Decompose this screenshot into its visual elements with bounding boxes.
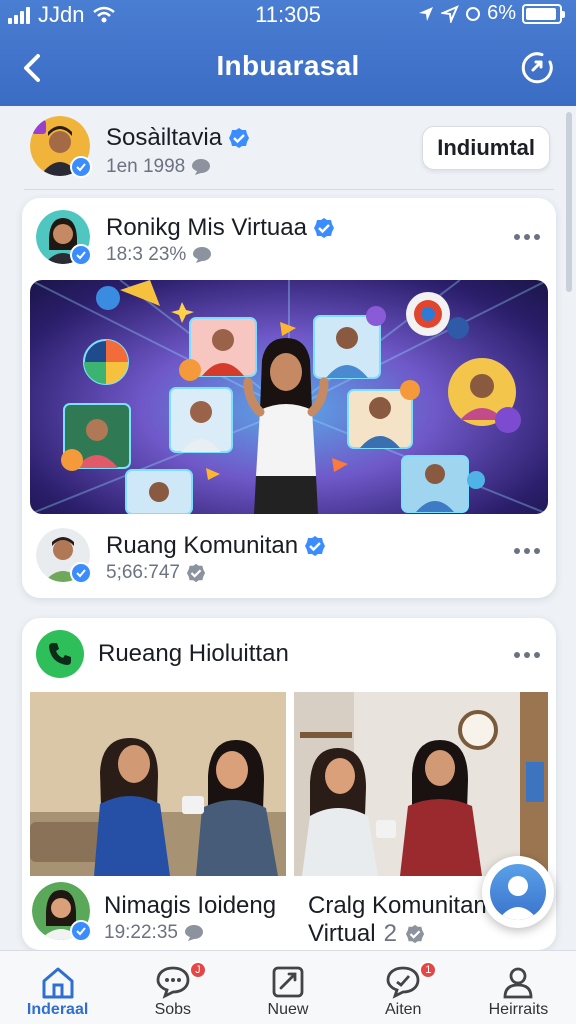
tab-label: Heirraits xyxy=(488,1001,549,1018)
follow-button[interactable]: Indiumtal xyxy=(422,126,550,170)
person-icon xyxy=(498,876,538,920)
tab-profile[interactable]: Heirraits xyxy=(461,951,576,1024)
tab-chat[interactable]: J Sobs xyxy=(115,951,230,1024)
share-circle-icon xyxy=(521,52,553,84)
battery-percent: 6% xyxy=(487,2,516,24)
community-avatar[interactable] xyxy=(36,528,92,584)
post-card: Rueang Hioluittan Nimagis Ioideng 19:22:… xyxy=(22,618,556,950)
tab-new[interactable]: Nuew xyxy=(230,951,345,1024)
status-bar: JJdn 11:305 6% xyxy=(0,0,576,30)
home-icon xyxy=(42,967,74,999)
app-header: JJdn 11:305 6% Inbuarasal xyxy=(0,0,576,106)
notification-bubble-icon xyxy=(386,966,420,999)
profile-name[interactable]: Sosàiltavia xyxy=(106,124,222,152)
caption-title[interactable]: Cralg Komunitan xyxy=(308,892,487,920)
notification-badge: J xyxy=(188,961,207,979)
post-author-avatar[interactable] xyxy=(36,210,92,266)
virtual-community-illustration xyxy=(30,280,548,514)
compose-icon xyxy=(272,966,304,998)
location-arrow-icon xyxy=(441,4,459,23)
caption-name[interactable]: Nimagis Ioideng xyxy=(104,892,276,920)
profile-meta: 1en 1998 xyxy=(106,156,186,177)
chat-bubble-icon xyxy=(156,966,190,999)
comment-icon xyxy=(192,159,211,175)
nav-bar: Inbuarasal xyxy=(0,40,576,96)
post-photo-right[interactable] xyxy=(294,692,548,876)
verified-icon xyxy=(70,562,92,584)
post-card: Ronikg Mis Virtuaa 18:3 23% Ruang Komuni… xyxy=(22,198,556,598)
comment-icon xyxy=(184,925,203,941)
post-author-name[interactable]: Rueang Hioluittan xyxy=(98,640,289,668)
verified-badge-icon xyxy=(229,128,250,148)
verified-icon xyxy=(70,156,92,178)
more-options-icon[interactable] xyxy=(514,546,544,556)
tab-label: Nuew xyxy=(267,1001,309,1018)
verified-outline-icon xyxy=(186,563,206,583)
location-icon xyxy=(419,6,434,21)
caption-subtitle: Virtual xyxy=(308,920,376,947)
avatar[interactable] xyxy=(30,116,92,178)
page-title: Inbuarasal xyxy=(216,50,360,81)
profile-header: Sosàiltavia 1en 1998 Indiumtal xyxy=(24,112,554,190)
caption-meta: 19:22:35 xyxy=(104,922,178,943)
notification-badge: 1 xyxy=(419,961,438,979)
caption-count: 2 xyxy=(383,920,397,947)
alarm-icon xyxy=(466,6,481,21)
verified-outline-icon xyxy=(405,924,425,944)
community-name[interactable]: Ruang Komunitan xyxy=(106,532,298,560)
tab-label: Sobs xyxy=(154,1001,192,1018)
tab-home[interactable]: Inderaal xyxy=(0,951,115,1024)
post-hero-image[interactable] xyxy=(30,280,548,514)
profile-fab-button[interactable] xyxy=(482,856,554,928)
friends-photo xyxy=(294,692,548,876)
phone-icon xyxy=(49,643,71,665)
more-options-icon[interactable] xyxy=(514,232,544,242)
call-avatar[interactable] xyxy=(36,630,84,678)
person-icon xyxy=(504,967,533,999)
community-meta: 5;66:747 xyxy=(106,562,180,583)
tab-label: Inderaal xyxy=(26,1001,89,1018)
verified-icon xyxy=(70,920,92,942)
post-author-name[interactable]: Ronikg Mis Virtuaa xyxy=(106,214,307,242)
verified-icon xyxy=(70,244,92,266)
verified-badge-icon xyxy=(305,536,326,556)
comment-icon xyxy=(193,247,212,263)
scrollbar[interactable] xyxy=(566,112,572,292)
tab-label: Aiten xyxy=(384,1001,422,1018)
more-options-icon[interactable] xyxy=(514,650,544,660)
bottom-tab-bar: Inderaal J Sobs Nuew 1 Aiten Heirraits xyxy=(0,950,576,1024)
friends-photo xyxy=(30,692,286,876)
post-photo-left[interactable] xyxy=(30,692,286,876)
post-meta: 18:3 23% xyxy=(106,244,187,265)
tab-alerts[interactable]: 1 Aiten xyxy=(346,951,461,1024)
battery-icon xyxy=(522,3,565,24)
verified-badge-icon xyxy=(313,218,334,238)
share-button[interactable] xyxy=(518,48,558,88)
caption-avatar[interactable] xyxy=(32,882,92,942)
